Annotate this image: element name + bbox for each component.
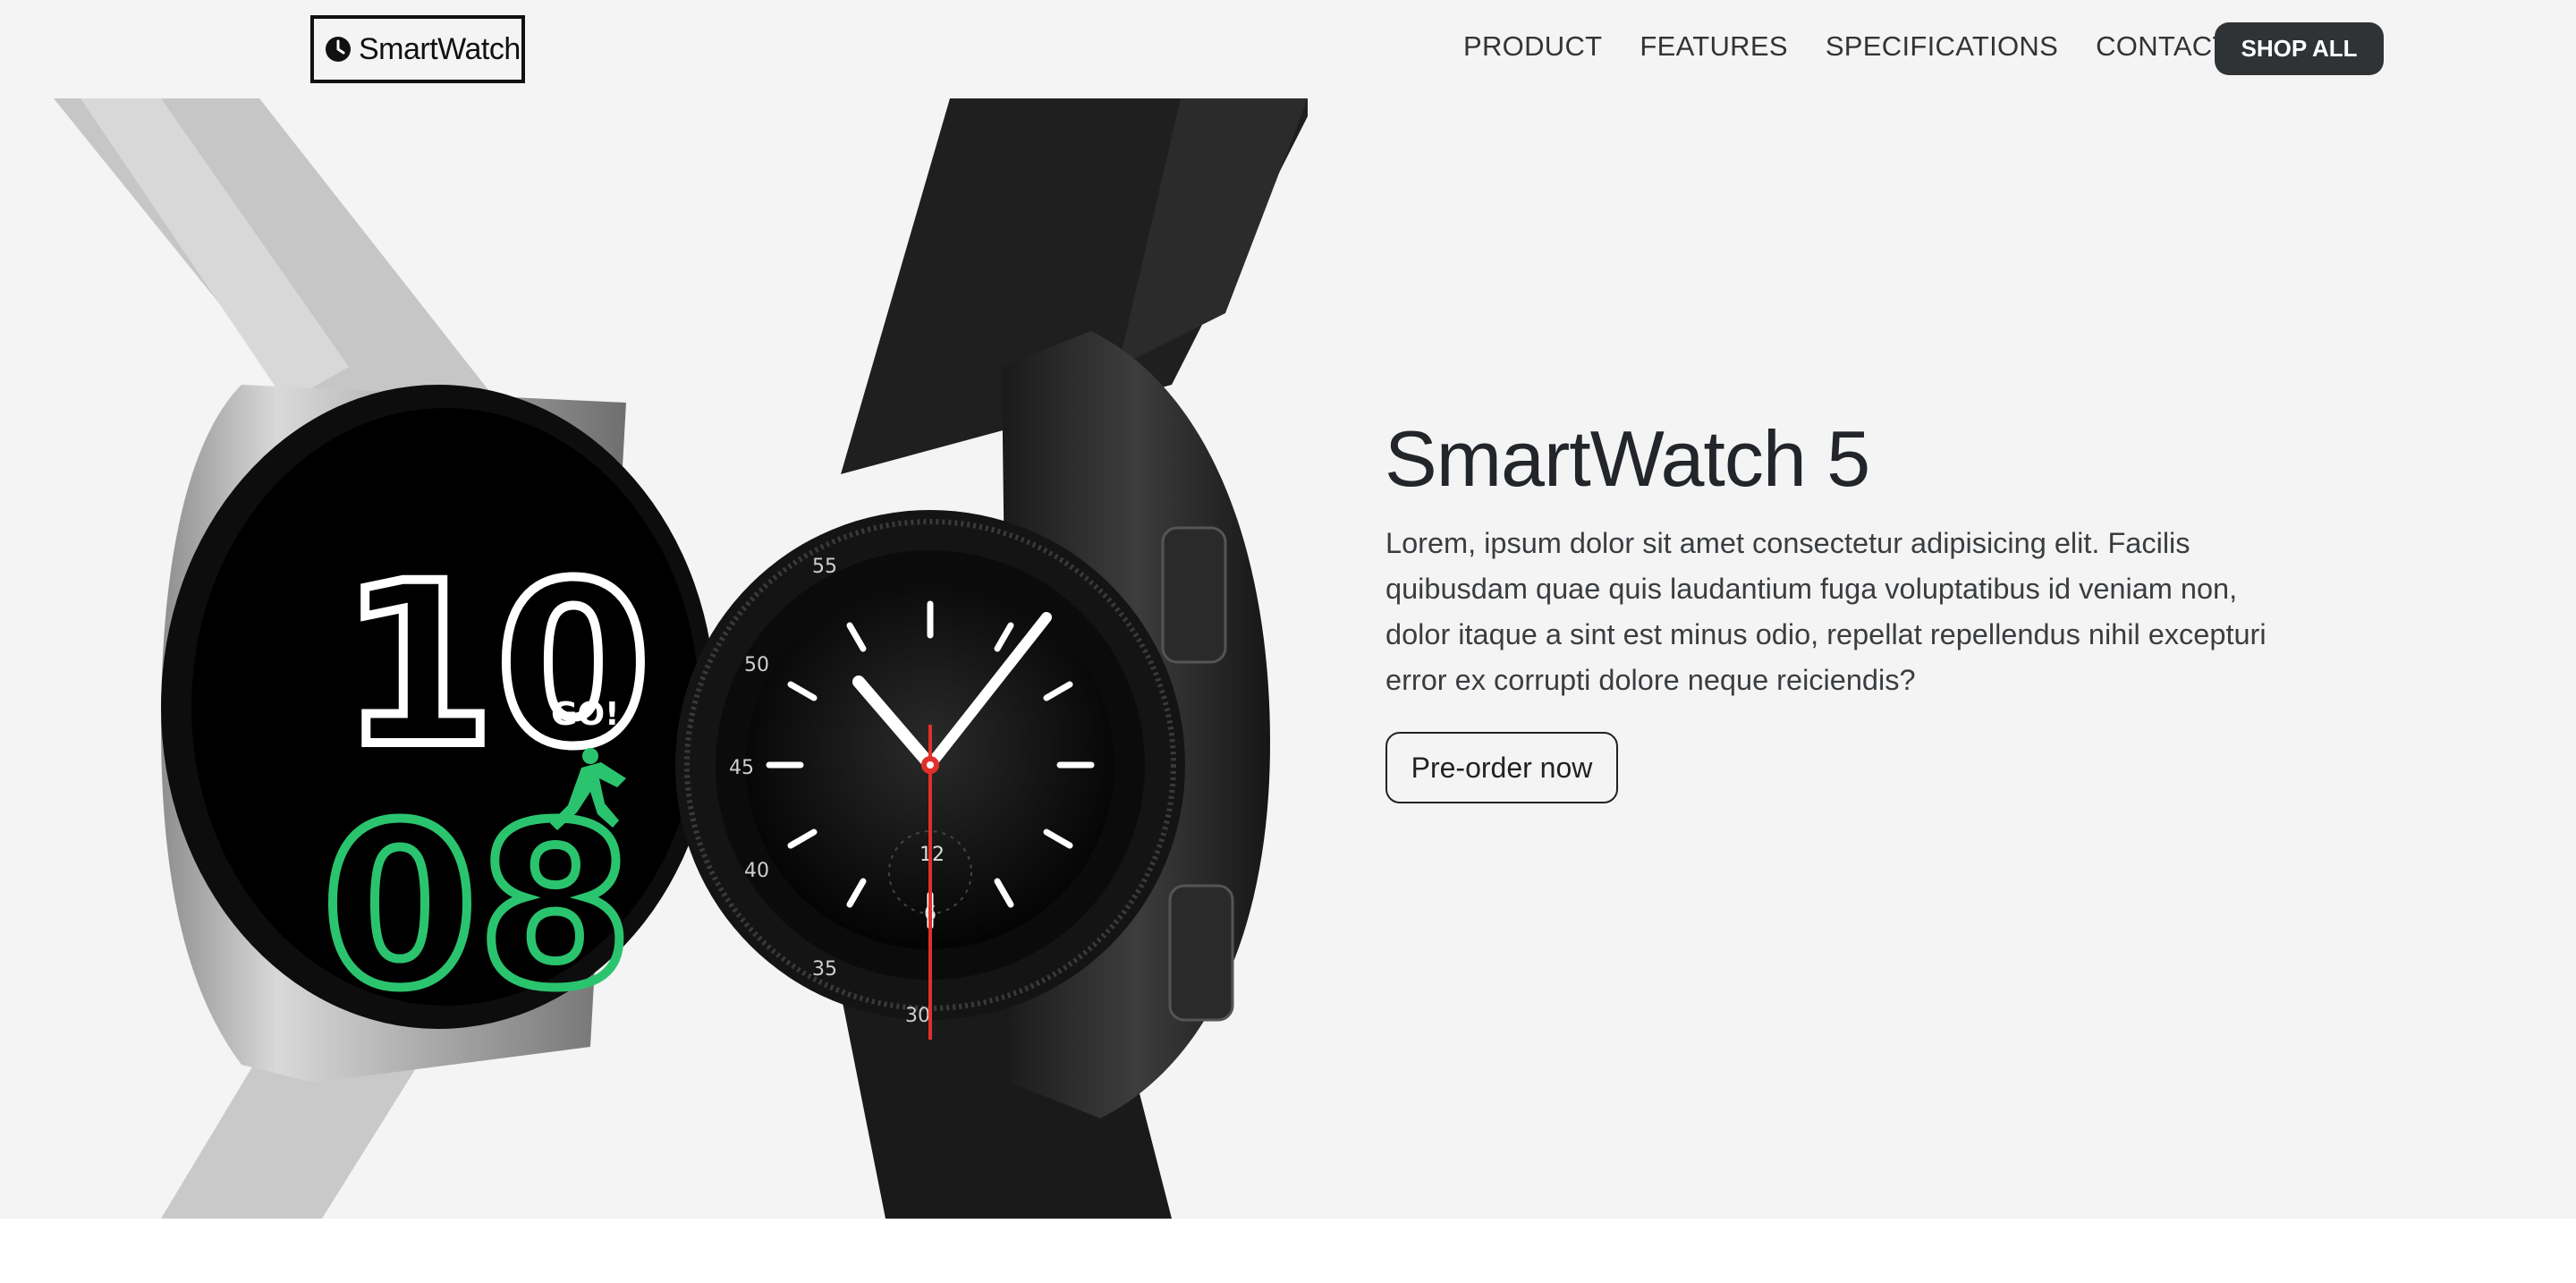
product-image: 10 08 GO! 55 50 45 40 35 30 [54, 98, 1308, 1219]
product-description: Lorem, ipsum dolor sit amet consectetur … [1385, 527, 2267, 696]
digital-watch-face: 10 08 GO! [318, 531, 656, 1041]
bezel-number: 35 [812, 958, 837, 981]
clock-icon [325, 36, 352, 63]
hero-section: SmartWatch PRODUCT FEATURES SPECIFICATIO… [0, 0, 2576, 1219]
main-nav: PRODUCT FEATURES SPECIFICATIONS CONTACT [1463, 21, 2267, 72]
shop-all-button[interactable]: SHOP ALL [2215, 22, 2384, 75]
watch-minute-digits: 08 [322, 777, 633, 1037]
bezel-number: 50 [744, 654, 769, 676]
nav-link-contact[interactable]: CONTACT [2096, 30, 2230, 63]
logo[interactable]: SmartWatch [310, 15, 525, 83]
go-label: GO! [551, 696, 620, 733]
page: SmartWatch PRODUCT FEATURES SPECIFICATIO… [0, 0, 2576, 1283]
nav-link-features[interactable]: FEATURES [1640, 30, 1787, 63]
nav-link-product[interactable]: PRODUCT [1463, 30, 1602, 63]
bezel-number: 30 [905, 1005, 930, 1027]
logo-text: SmartWatch [359, 31, 521, 66]
product-title: SmartWatch 5 [1385, 414, 1870, 503]
bezel-number: 45 [729, 757, 754, 779]
nav-link-specifications[interactable]: SPECIFICATIONS [1826, 30, 2058, 63]
bezel-number: 55 [812, 556, 837, 578]
watch-hour-digits: 10 [340, 535, 651, 795]
black-watch-case [675, 331, 1270, 1118]
bezel-number: 40 [744, 860, 769, 882]
pre-order-button[interactable]: Pre-order now [1385, 732, 1618, 803]
